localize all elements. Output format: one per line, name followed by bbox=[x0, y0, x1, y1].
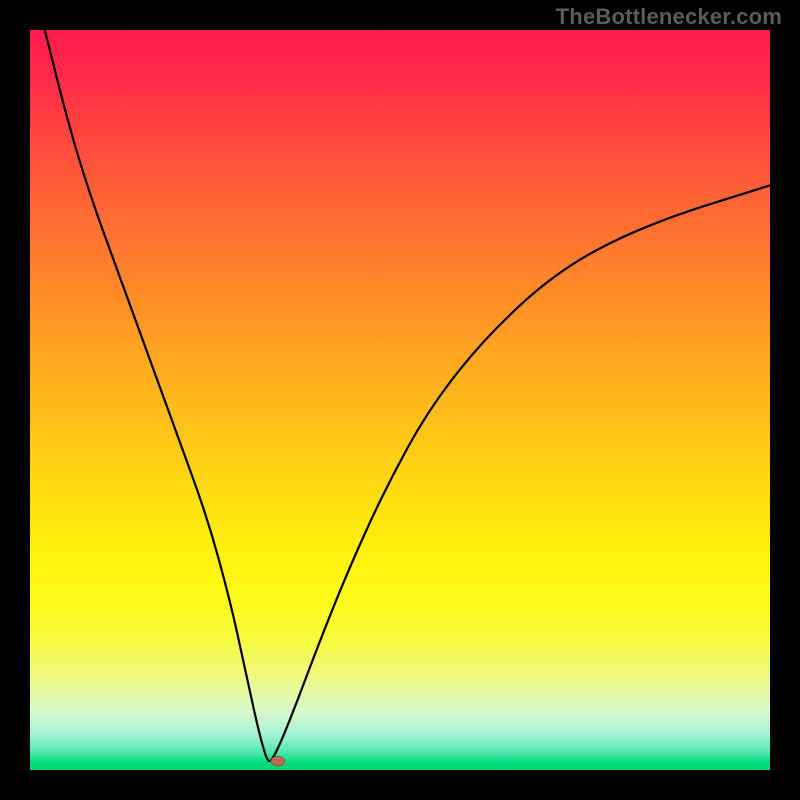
optimal-marker bbox=[271, 756, 285, 766]
bottleneck-curve bbox=[45, 30, 770, 761]
chart-frame: TheBottlenecker.com bbox=[0, 0, 800, 800]
plot-area bbox=[30, 30, 770, 770]
attribution-label: TheBottlenecker.com bbox=[556, 4, 782, 30]
curve-svg bbox=[30, 30, 770, 770]
